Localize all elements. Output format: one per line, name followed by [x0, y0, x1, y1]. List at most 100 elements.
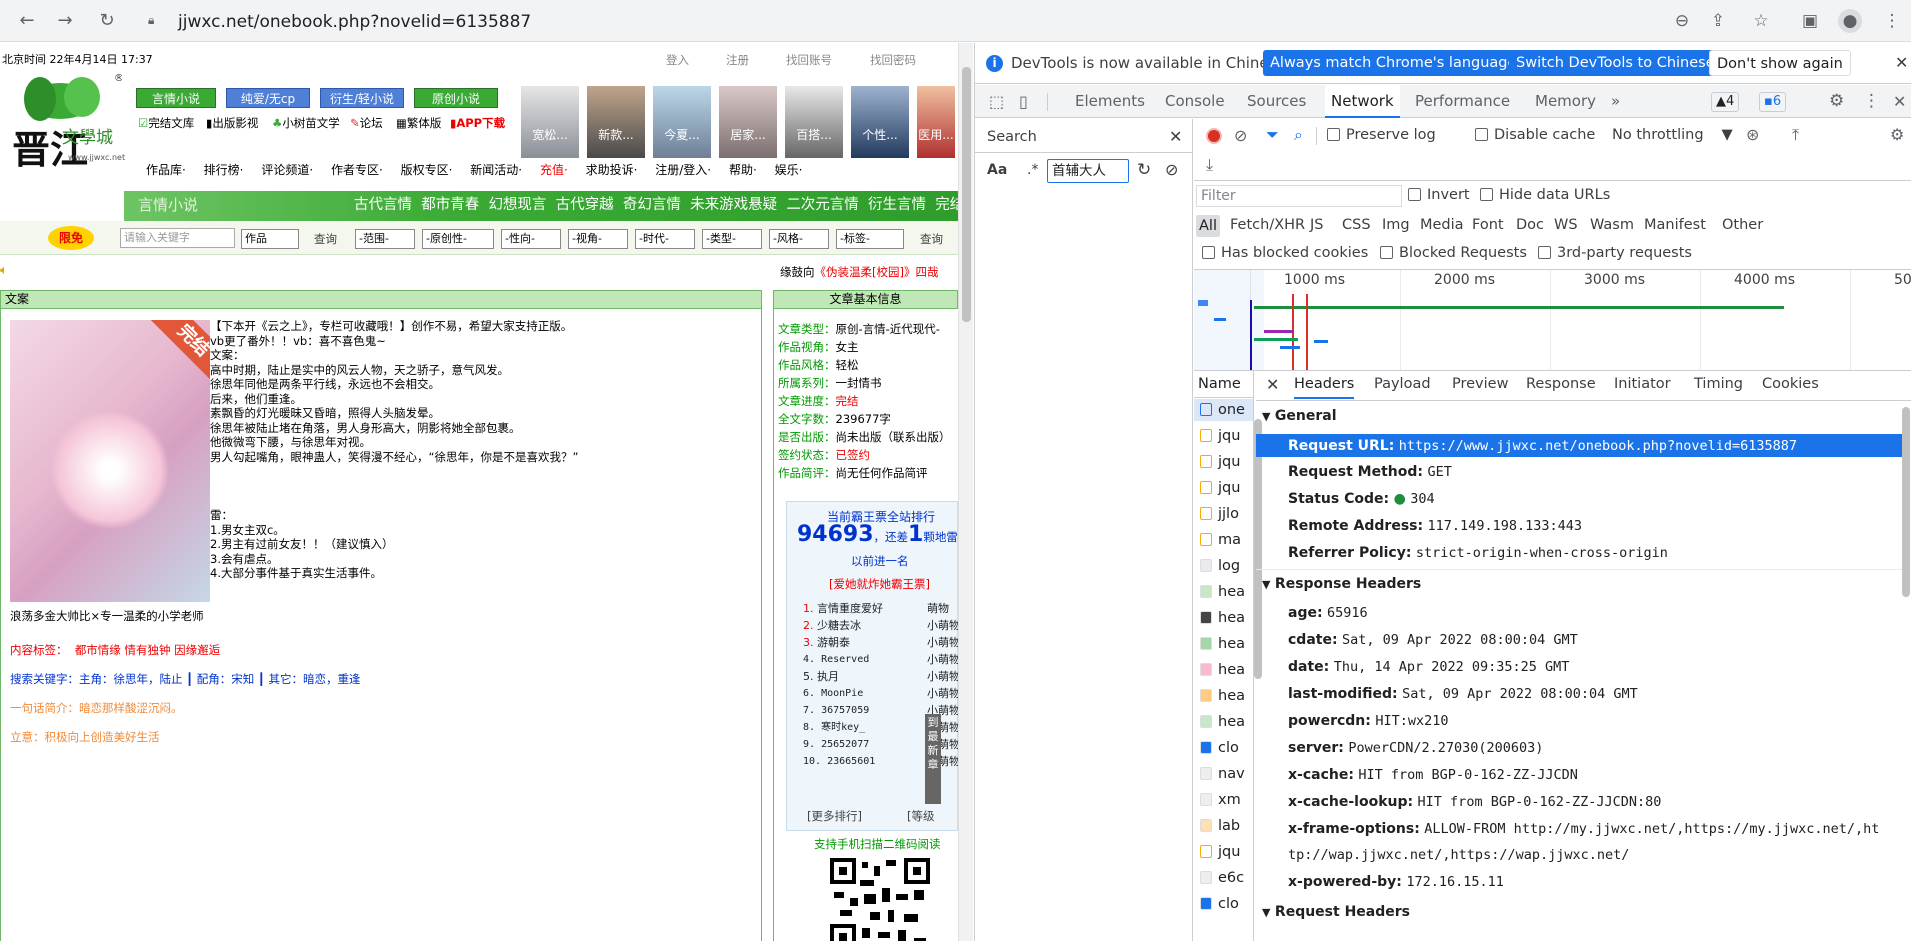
regex-toggle[interactable]: .*: [1027, 162, 1038, 178]
switch-to-chinese-button[interactable]: Switch DevTools to Chinese: [1509, 50, 1722, 76]
record-icon[interactable]: [1206, 128, 1222, 144]
back-arrow-icon[interactable]: ←: [14, 8, 40, 34]
search-icon[interactable]: ⌕: [1294, 125, 1303, 145]
link-xiaoshumiao[interactable]: ♣小树苗文学: [272, 116, 340, 131]
search-button-2[interactable]: 查询: [920, 232, 943, 247]
response-header-row[interactable]: cdate: Sat, 09 Apr 2022 08:00:04 GMT: [1288, 631, 1578, 649]
filter-select[interactable]: -原创性-: [422, 229, 494, 249]
type-filter[interactable]: CSS: [1342, 217, 1371, 233]
bookmark-star-icon[interactable]: ☆: [1749, 9, 1773, 33]
tab-console[interactable]: Console: [1165, 85, 1225, 118]
match-case-toggle[interactable]: Aa: [987, 162, 1007, 178]
address-url[interactable]: jjwxc.net/onebook.php?novelid=6135887: [178, 12, 531, 32]
detail-tab-payload[interactable]: Payload: [1374, 376, 1431, 392]
match-language-button[interactable]: Always match Chrome's language: [1263, 50, 1524, 76]
genre-link[interactable]: 奇幻言情: [623, 197, 681, 213]
register-link[interactable]: 注册: [726, 53, 749, 68]
detail-tab-timing[interactable]: Timing: [1694, 376, 1743, 392]
book-cover[interactable]: 完结: [10, 320, 210, 602]
type-filter[interactable]: Wasm: [1590, 217, 1634, 233]
request-row[interactable]: jqu: [1200, 451, 1252, 473]
messages-badge[interactable]: ▪6: [1759, 92, 1787, 112]
request-row[interactable]: jqu: [1200, 841, 1252, 863]
response-header-row-wrap[interactable]: tp://wap.jjwxc.net/,https://wap.jjwxc.ne…: [1288, 846, 1629, 864]
menu-item[interactable]: 作者专区·: [331, 163, 383, 177]
tab-memory[interactable]: Memory: [1535, 85, 1596, 118]
genre-link[interactable]: 二次元言情: [786, 197, 859, 213]
throttling-select[interactable]: No throttling ▼: [1612, 127, 1733, 143]
more-rank-link[interactable]: [更多排行]: [807, 809, 862, 824]
checkbox-box[interactable]: [1480, 188, 1493, 201]
network-conditions-icon[interactable]: ⊛: [1746, 125, 1759, 144]
timeline-overview[interactable]: 1000 ms 2000 ms 3000 ms 4000 ms 500: [1194, 270, 1911, 370]
checkbox-box[interactable]: [1538, 246, 1551, 259]
free-badge[interactable]: 限免: [48, 226, 94, 250]
site-logo[interactable]: ® 晋江 文學城 www.jjwxc.net: [10, 71, 125, 172]
detail-tab-preview[interactable]: Preview: [1452, 376, 1508, 392]
devtools-menu-icon[interactable]: ⋮: [1863, 85, 1880, 118]
genre-link[interactable]: 古代穿越: [556, 197, 614, 213]
request-row[interactable]: xm: [1200, 789, 1252, 811]
filter-select[interactable]: -类型-: [702, 229, 762, 249]
tab-sources[interactable]: Sources: [1247, 85, 1306, 118]
ad-thumb-2[interactable]: 新款...: [587, 86, 645, 158]
general-section-toggle[interactable]: ▼ General: [1262, 407, 1337, 426]
genre-link[interactable]: 幻想现言: [488, 197, 546, 213]
invert-checkbox[interactable]: Invert: [1408, 187, 1470, 203]
link-app[interactable]: ▮APP下载: [450, 116, 505, 131]
btn-chunai[interactable]: 纯爱/无cp: [226, 88, 310, 108]
type-filter[interactable]: Manifest: [1644, 217, 1706, 233]
request-row[interactable]: hea: [1200, 633, 1252, 655]
filter-select[interactable]: -风格-: [769, 229, 829, 249]
request-row[interactable]: jqu: [1200, 477, 1252, 499]
filter-select[interactable]: -性向-: [501, 229, 561, 249]
has-blocked-cookies-checkbox[interactable]: Has blocked cookies: [1202, 245, 1368, 261]
request-row[interactable]: hea: [1200, 685, 1252, 707]
blocked-requests-checkbox[interactable]: Blocked Requests: [1380, 245, 1527, 261]
menu-item[interactable]: 充值·: [540, 163, 568, 177]
recover-password-link[interactable]: 找回密码: [870, 53, 916, 68]
to-latest-chapter-button[interactable]: 到最新章: [925, 714, 941, 804]
tag-links[interactable]: 都市情缘 情有独钟 因缘邂逅: [75, 643, 220, 657]
tab-performance[interactable]: Performance: [1415, 85, 1510, 118]
btn-yanqing[interactable]: 言情小说: [136, 88, 216, 108]
work-type-select[interactable]: 作品: [241, 229, 299, 249]
forward-arrow-icon[interactable]: →: [52, 8, 78, 34]
export-har-icon[interactable]: ⤓: [1206, 155, 1213, 175]
ad-thumb-6[interactable]: 个性...: [851, 86, 909, 158]
menu-item[interactable]: 评论频道·: [261, 163, 313, 177]
request-row[interactable]: lab: [1200, 815, 1252, 837]
menu-item[interactable]: 帮助·: [729, 163, 757, 177]
checkbox-box[interactable]: [1202, 246, 1215, 259]
import-har-icon[interactable]: ⤒: [1792, 125, 1799, 145]
detail-tab-response[interactable]: Response: [1526, 376, 1596, 392]
response-header-row[interactable]: x-cache-lookup: HIT from BGP-0-162-ZZ-JJ…: [1288, 793, 1661, 811]
timeline-selection[interactable]: [1194, 270, 1264, 370]
response-header-row[interactable]: x-cache: HIT from BGP-0-162-ZZ-JJCDN: [1288, 766, 1578, 784]
ad-thumb-1[interactable]: 宽松...: [521, 86, 579, 158]
link-chuban[interactable]: ▮出版影视: [206, 116, 258, 131]
filter-funnel-icon[interactable]: ⏷: [1266, 125, 1279, 145]
reload-icon[interactable]: ↻: [94, 8, 120, 34]
menu-item[interactable]: 求助投诉·: [586, 163, 638, 177]
request-row[interactable]: clo: [1200, 737, 1252, 759]
type-filter-all[interactable]: All: [1196, 215, 1220, 237]
keyword-search-input[interactable]: 请输入关键字: [120, 228, 235, 248]
login-link[interactable]: 登入: [666, 53, 689, 68]
type-filter[interactable]: Media: [1420, 217, 1464, 233]
general-row[interactable]: Request URL: https://www.jjwxc.net/onebo…: [1288, 437, 1797, 455]
request-row[interactable]: log: [1200, 555, 1252, 577]
response-header-row[interactable]: x-powered-by: 172.16.15.11: [1288, 873, 1504, 891]
disable-cache-checkbox[interactable]: Disable cache: [1475, 127, 1595, 143]
type-filter[interactable]: WS: [1554, 217, 1578, 233]
detail-tab-cookies[interactable]: Cookies: [1762, 376, 1819, 392]
request-row[interactable]: hea: [1200, 659, 1252, 681]
info-val[interactable]: 一封情书: [836, 376, 882, 390]
rank-name[interactable]: 25652077: [821, 739, 869, 750]
ad-thumb-7[interactable]: 医用...: [917, 86, 955, 158]
tab-network[interactable]: Network: [1325, 85, 1400, 118]
ad-thumb-3[interactable]: 今夏...: [653, 86, 711, 158]
link-luntan[interactable]: ✎论坛: [350, 116, 383, 131]
page-scrollbar[interactable]: [958, 43, 973, 941]
genre-link[interactable]: 古代言情: [354, 197, 412, 213]
